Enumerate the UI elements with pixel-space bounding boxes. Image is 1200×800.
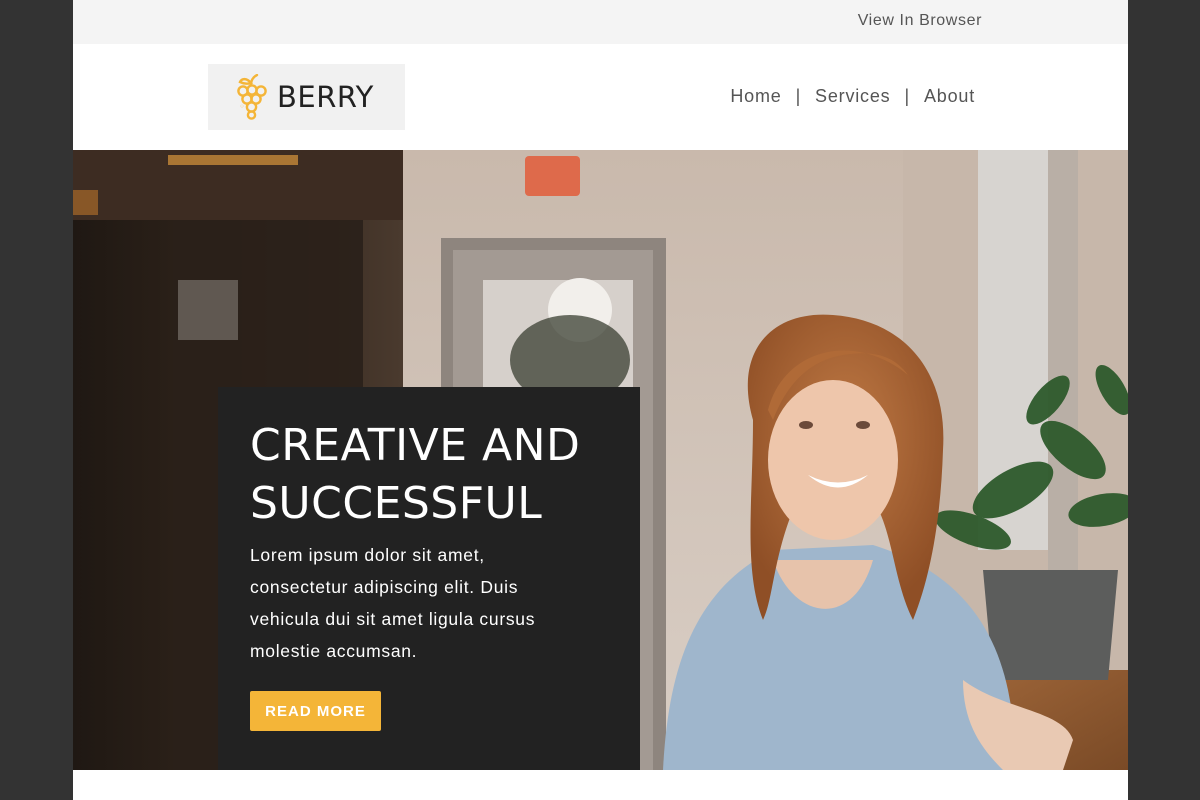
nav-separator: | [795, 86, 802, 106]
nav-separator: | [904, 86, 910, 106]
grapes-icon [237, 74, 267, 120]
hero-description-line: molestie accumsan. [250, 641, 418, 661]
hero-description-line: consectetur adipiscing elit. Duis [250, 577, 519, 597]
read-more-button[interactable]: READ MORE [250, 691, 381, 731]
nav-about[interactable]: About [924, 86, 975, 107]
view-in-browser-link[interactable]: View In Browser [858, 12, 982, 30]
nav-home[interactable]: Home [730, 86, 781, 107]
hero-card: CREATIVE AND SUCCESSFUL Lorem ipsum dolo… [218, 387, 640, 770]
hero-title-line: SUCCESSFUL [250, 478, 543, 529]
hero-title-line: CREATIVE AND [250, 420, 581, 471]
logo[interactable]: BERRY [208, 64, 405, 130]
preheader-bar: View In Browser [73, 0, 1128, 44]
header: BERRY Home | Services | About [73, 44, 1128, 150]
main-nav: Home | Services | About [730, 86, 975, 107]
nav-services[interactable]: Services [815, 86, 890, 107]
content-start [73, 770, 1128, 800]
hero-description: Lorem ipsum dolor sit amet, consectetur … [250, 539, 610, 667]
hero-banner: CREATIVE AND SUCCESSFUL Lorem ipsum dolo… [73, 150, 1128, 770]
logo-text: BERRY [277, 80, 374, 114]
hero-title: CREATIVE AND SUCCESSFUL [250, 417, 620, 533]
email-container: View In Browser BERRY Home | Services | … [73, 0, 1128, 800]
hero-description-line: vehicula dui sit amet ligula cursus [250, 609, 536, 629]
hero-description-line: Lorem ipsum dolor sit amet, [250, 545, 485, 565]
